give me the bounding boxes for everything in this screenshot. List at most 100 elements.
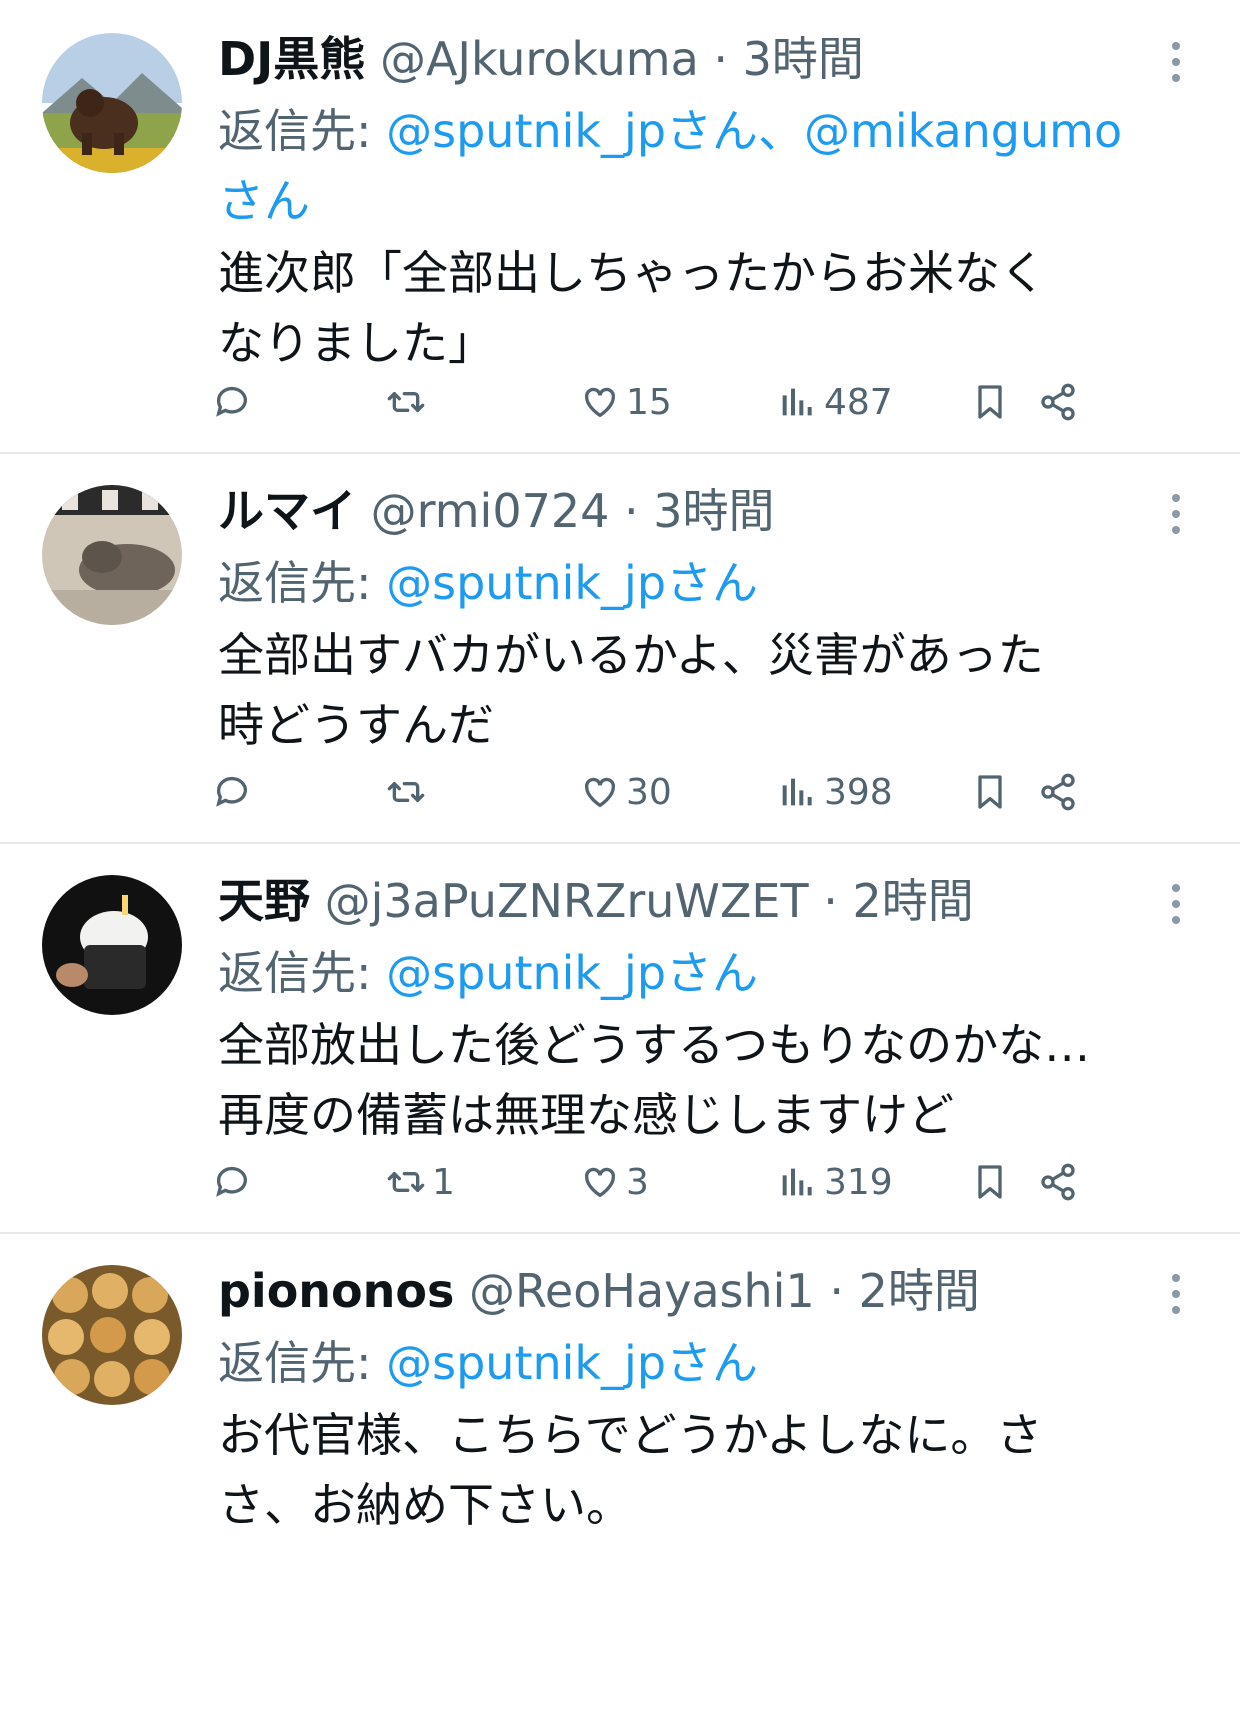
tweet-text-line: さ、お納め下さい。 [218, 1478, 632, 1532]
reply-label: 返信先: [218, 946, 387, 1000]
views-button[interactable]: 319 [778, 1152, 893, 1212]
repost-count: 1 [432, 1161, 455, 1203]
views-bars-icon [782, 1168, 812, 1196]
user-handle[interactable]: @rmi0724 [371, 484, 610, 538]
like-count: 3 [626, 1161, 649, 1203]
action-bar: 15 487 [212, 372, 1190, 432]
share-button[interactable] [1038, 1152, 1078, 1212]
views-bars-icon [782, 778, 812, 806]
tweet-text: お代官様、こちらでどうかよしなに。さ さ、お納め下さい。 [218, 1400, 1190, 1540]
reply-button[interactable] [212, 1152, 252, 1212]
bookmark-icon [978, 385, 1002, 419]
separator-dot: · [823, 874, 838, 928]
tweet-content: ルマイ @rmi0724 · 3時間 返信先: @sputnik_jpさん 全部… [218, 474, 1190, 760]
avatar[interactable] [42, 33, 182, 173]
display-name[interactable]: DJ黒熊 [218, 32, 365, 86]
reply-button[interactable] [212, 372, 252, 432]
tweet-text-line: 全部放出した後どうするつもりなのかな… [218, 1018, 1091, 1072]
reply-label: 返信先: [218, 104, 387, 158]
timestamp[interactable]: 3時間 [653, 484, 774, 538]
display-name[interactable]: piononos [218, 1264, 454, 1318]
view-count: 319 [824, 1161, 893, 1203]
reply-mention[interactable]: @sputnik_jpさん [386, 1336, 758, 1390]
avatar[interactable] [42, 875, 182, 1015]
reply-label: 返信先: [218, 1336, 387, 1390]
tweet-text-line: なりました」 [218, 316, 494, 370]
tweet[interactable]: 天野 @j3aPuZNRZruWZET · 2時間 返信先: @sputnik_… [0, 842, 1240, 1234]
display-name[interactable]: ルマイ [218, 484, 356, 538]
heart-icon [584, 387, 616, 418]
tweet[interactable]: piononos @ReoHayashi1 · 2時間 返信先: @sputni… [0, 1232, 1240, 1726]
tweet-header: piononos @ReoHayashi1 · 2時間 [218, 1254, 1190, 1328]
like-count: 15 [626, 381, 672, 423]
reply-to-line: 返信先: @sputnik_jpさん [218, 1328, 1190, 1398]
repost-button[interactable]: 1 [386, 1152, 455, 1212]
user-handle[interactable]: @ReoHayashi1 [469, 1264, 815, 1318]
tweet-text: 進次郎「全部出しちゃったからお米なく なりました」 [218, 238, 1190, 378]
share-button[interactable] [1038, 762, 1078, 822]
views-bars-icon [782, 388, 812, 416]
repost-arrows-icon [387, 1172, 425, 1192]
separator-dot: · [713, 32, 729, 86]
reply-to-line: 返信先: @sputnik_jpさん、@mikangumo さん [218, 96, 1190, 236]
reply-to-line: 返信先: @sputnik_jpさん [218, 548, 1190, 618]
share-icon [1041, 383, 1075, 421]
tweet[interactable]: DJ黒熊 @AJkurokuma · 3時間 返信先: @sputnik_jpさ… [0, 0, 1240, 454]
bookmark-button[interactable] [970, 762, 1010, 822]
share-icon [1041, 773, 1075, 811]
like-button[interactable]: 30 [580, 762, 672, 822]
action-bar: 1 3 319 [212, 1152, 1190, 1212]
tweet-header: DJ黒熊 @AJkurokuma · 3時間 [218, 22, 1190, 96]
tweet-content: 天野 @j3aPuZNRZruWZET · 2時間 返信先: @sputnik_… [218, 864, 1190, 1150]
views-button[interactable]: 487 [778, 372, 893, 432]
view-count: 487 [824, 381, 893, 423]
action-bar: 30 398 [212, 762, 1190, 822]
reply-mention[interactable]: @sputnik_jpさん [386, 556, 758, 610]
tweet-text-line: 進次郎「全部出しちゃったからお米なく [218, 246, 1046, 300]
tweet[interactable]: ルマイ @rmi0724 · 3時間 返信先: @sputnik_jpさん 全部… [0, 452, 1240, 844]
like-button[interactable]: 3 [580, 1152, 649, 1212]
share-button[interactable] [1038, 372, 1078, 432]
timestamp[interactable]: 3時間 [743, 32, 864, 86]
repost-arrows-icon [387, 782, 425, 802]
avatar[interactable] [42, 485, 182, 625]
avatar[interactable] [42, 1265, 182, 1405]
reply-button[interactable] [212, 762, 252, 822]
tweet-text-line: お代官様、こちらでどうかよしなに。さ [218, 1408, 1043, 1462]
tweet-text-line: 時どうすんだ [218, 698, 494, 752]
reply-bubble-icon [216, 776, 247, 807]
reply-mention-suffix[interactable]: さん [218, 174, 310, 228]
heart-icon [584, 777, 616, 808]
views-button[interactable]: 398 [778, 762, 893, 822]
separator-dot: · [829, 1264, 844, 1318]
timestamp[interactable]: 2時間 [859, 1264, 980, 1318]
bookmark-icon [978, 775, 1002, 809]
tweet-text: 全部放出した後どうするつもりなのかな… 再度の備蓄は無理な感じしますけど [218, 1010, 1190, 1150]
reply-to-line: 返信先: @sputnik_jpさん [218, 938, 1190, 1008]
display-name[interactable]: 天野 [218, 874, 310, 928]
reply-mention[interactable]: @sputnik_jpさん [386, 946, 758, 1000]
reply-bubble-icon [216, 386, 247, 417]
reply-label: 返信先: [218, 556, 387, 610]
bookmark-icon [978, 1165, 1002, 1199]
tweet-content: DJ黒熊 @AJkurokuma · 3時間 返信先: @sputnik_jpさ… [218, 22, 1190, 378]
bookmark-button[interactable] [970, 1152, 1010, 1212]
timestamp[interactable]: 2時間 [852, 874, 973, 928]
reply-mention[interactable]: @sputnik_jpさん、@mikangumo [386, 104, 1122, 158]
repost-button[interactable] [386, 372, 432, 432]
bookmark-button[interactable] [970, 372, 1010, 432]
user-handle[interactable]: @AJkurokuma [380, 32, 699, 86]
repost-arrows-icon [387, 392, 425, 412]
user-handle[interactable]: @j3aPuZNRZruWZET [325, 874, 809, 928]
tweet-text-line: 再度の備蓄は無理な感じしますけど [218, 1088, 954, 1142]
like-button[interactable]: 15 [580, 372, 672, 432]
like-count: 30 [626, 771, 672, 813]
tweet-content: piononos @ReoHayashi1 · 2時間 返信先: @sputni… [218, 1254, 1190, 1540]
reply-bubble-icon [216, 1166, 247, 1197]
tweet-header: ルマイ @rmi0724 · 3時間 [218, 474, 1190, 548]
share-icon [1041, 1163, 1075, 1201]
tweet-header: 天野 @j3aPuZNRZruWZET · 2時間 [218, 864, 1190, 938]
heart-icon [584, 1167, 616, 1198]
tweet-text: 全部出すバカがいるかよ、災害があった 時どうすんだ [218, 620, 1190, 760]
repost-button[interactable] [386, 762, 432, 822]
